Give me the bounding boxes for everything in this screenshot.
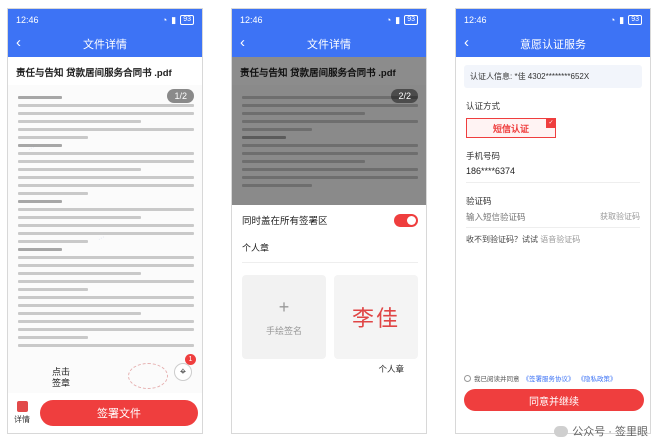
nav-bar: ‹ 文件详情 xyxy=(232,31,426,57)
page-indicator: 2/2 xyxy=(391,89,418,103)
page-title: 文件详情 xyxy=(83,39,127,51)
apply-all-toggle[interactable] xyxy=(394,213,418,227)
page-indicator: 1/2 xyxy=(167,89,194,103)
no-receive-hint: 收不到验证码？试试 语音验证码 xyxy=(456,228,650,251)
seal-options: + 手绘签名 李佳 xyxy=(242,275,418,359)
status-time: 12:46 xyxy=(464,15,487,25)
wifi-icon: ◔ xyxy=(161,15,168,25)
screen-intent-auth: 12:46 ◔ ▮ 93 ‹ 意愿认证服务 认证人信息: *佳 4302****… xyxy=(455,8,651,434)
privacy-policy-link[interactable]: 《隐私政策》 xyxy=(578,373,617,383)
seal-sheet: 同时盖在所有签署区 个人章 + 手绘签名 李佳 个人章 xyxy=(232,205,426,433)
seal-caption: 个人章 xyxy=(378,364,404,374)
handwrite-label: 手绘签名 xyxy=(265,326,302,336)
signal-icon: ▮ xyxy=(171,14,177,25)
seal-section-label: 个人章 xyxy=(242,231,418,263)
battery-icon: 93 xyxy=(628,15,642,25)
signal-icon: ▮ xyxy=(395,14,401,25)
document-title: 责任与告知 贷款居间服务合同书 .pdf xyxy=(16,68,172,79)
wechat-brand: 公众号 · 签里眼 xyxy=(554,423,648,439)
dim-overlay[interactable] xyxy=(232,57,426,209)
back-icon[interactable]: ‹ xyxy=(464,34,478,51)
status-icons: ◔ ▮ 93 xyxy=(386,15,418,26)
wechat-icon xyxy=(554,425,569,437)
wifi-icon: ◔ xyxy=(385,15,392,25)
personal-seal-card[interactable]: 李佳 xyxy=(334,275,418,359)
sms-auth-option[interactable]: 短信认证 xyxy=(466,118,556,138)
screen-file-detail: 12:46 ◔ ▮ 93 ‹ 文件详情 责任与告知 贷款居间服务合同书 .pdf… xyxy=(7,8,203,434)
hint-line-1: 点击 xyxy=(52,367,71,377)
locate-icon[interactable]: ⌖ xyxy=(174,363,192,381)
bottom-action-bar: 详情 签署文件 xyxy=(8,393,202,433)
details-button[interactable]: 详情 xyxy=(14,401,30,425)
page-title: 文件详情 xyxy=(307,39,351,51)
voice-code-link[interactable]: 语音验证码 xyxy=(540,235,580,244)
agree-prefix: 我已阅读并同意 xyxy=(474,376,520,383)
phone-label: 手机号码 xyxy=(466,151,501,161)
info-value: *佳 4302********652X xyxy=(514,72,590,81)
details-icon xyxy=(16,401,28,412)
status-icons: ◔ ▮ 93 xyxy=(162,15,194,26)
status-bar: 12:46 ◔ ▮ 93 xyxy=(8,9,202,31)
battery-icon: 93 xyxy=(404,15,418,25)
click-to-sign-hint[interactable]: 点击 签章 xyxy=(52,367,70,389)
nav-bar: ‹ 文件详情 xyxy=(8,31,202,57)
apply-all-label: 同时盖在所有签署区 xyxy=(242,216,328,227)
hint-line-2: 签章 xyxy=(52,378,71,388)
back-icon[interactable]: ‹ xyxy=(240,34,254,51)
handwrite-signature-card[interactable]: + 手绘签名 xyxy=(242,275,326,359)
stage: 12:46 ◔ ▮ 93 ‹ 文件详情 责任与告知 贷款居间服务合同书 .pdf… xyxy=(0,0,660,443)
personal-seal: 李佳 xyxy=(351,307,400,332)
status-time: 12:46 xyxy=(240,15,263,25)
watermark: ··· xyxy=(96,233,107,244)
code-row: 获取验证码 xyxy=(466,211,640,228)
code-input[interactable] xyxy=(466,211,566,222)
method-label: 认证方式 xyxy=(466,101,501,111)
agree-checkbox[interactable] xyxy=(464,374,471,382)
auth-person-info: 认证人信息: *佳 4302********652X xyxy=(464,65,642,88)
no-receive-text: 收不到验证码？试试 xyxy=(466,235,538,244)
back-icon[interactable]: ‹ xyxy=(16,34,30,51)
info-label: 认证人信息: xyxy=(470,72,513,81)
service-agreement-link[interactable]: 《签署服务协议》 xyxy=(523,373,575,383)
agree-continue-button[interactable]: 同意并继续 xyxy=(464,389,644,411)
screen-seal-select: 12:46 ◔ ▮ 93 ‹ 文件详情 责任与告知 贷款居间服务合同书 .pdf… xyxy=(231,8,427,434)
document-preview[interactable]: ··· ··· xyxy=(8,85,202,433)
status-bar: 12:46 ◔ ▮ 93 xyxy=(456,9,650,31)
apply-all-row: 同时盖在所有签署区 xyxy=(242,209,418,231)
plus-icon: + xyxy=(278,297,290,317)
status-time: 12:46 xyxy=(16,15,39,25)
code-label: 验证码 xyxy=(466,196,492,206)
agreement-row: 我已阅读并同意 《签署服务协议》 《隐私政策》 xyxy=(464,373,617,383)
page-title: 意愿认证服务 xyxy=(520,39,586,51)
details-label: 详情 xyxy=(14,415,30,424)
battery-icon: 93 xyxy=(180,15,194,25)
sign-file-button[interactable]: 签署文件 xyxy=(40,400,198,426)
signal-icon: ▮ xyxy=(619,14,625,25)
brand-text: 公众号 · 签里眼 xyxy=(572,426,648,438)
status-icons: ◔ ▮ 93 xyxy=(610,15,642,26)
phone-value: 186****6374 xyxy=(466,162,640,183)
seal-placeholder xyxy=(128,363,168,389)
get-code-button[interactable]: 获取验证码 xyxy=(600,211,640,222)
status-bar: 12:46 ◔ ▮ 93 xyxy=(232,9,426,31)
wifi-icon: ◔ xyxy=(609,15,616,25)
nav-bar: ‹ 意愿认证服务 xyxy=(456,31,650,57)
